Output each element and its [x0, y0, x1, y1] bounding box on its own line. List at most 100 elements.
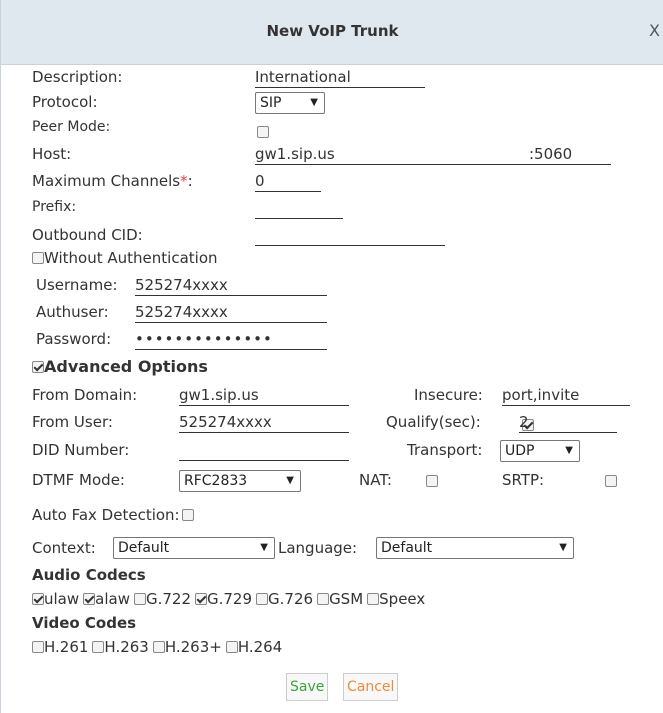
audio-codec-checkbox[interactable]: [256, 593, 269, 605]
max-channels-label: Maximum Channels*:: [32, 172, 193, 190]
dtmf-mode-value: RFC2833: [184, 473, 248, 489]
srtp-checkbox[interactable]: [605, 475, 618, 487]
from-domain-field[interactable]: gw1.sip.us: [179, 385, 349, 406]
audio-codecs-heading: Audio Codecs: [32, 566, 146, 584]
context-select[interactable]: Default ▼: [113, 537, 275, 559]
srtp-label: SRTP:: [502, 471, 545, 489]
audio-codec-label: G.722: [145, 590, 191, 608]
dtmf-mode-label: DTMF Mode:: [32, 471, 125, 489]
without-auth-checkbox[interactable]: [32, 252, 44, 264]
authuser-field[interactable]: 525274xxxx: [135, 302, 327, 323]
language-value: Default: [381, 540, 433, 556]
audio-codec-label: G.726: [268, 590, 314, 608]
video-codec-option[interactable]: H.263: [92, 638, 149, 656]
max-channels-text: Maximum Channels: [32, 172, 181, 190]
new-voip-trunk-dialog: New VoIP Trunk X Description: Internatio…: [0, 0, 663, 713]
audio-codec-label: alaw: [95, 590, 130, 608]
video-codec-label: H.263: [104, 638, 149, 656]
video-codec-option[interactable]: H.263+: [152, 638, 222, 656]
required-marker: *: [180, 172, 188, 190]
transport-value: UDP: [505, 443, 535, 459]
password-label: Password:: [36, 330, 112, 348]
insecure-field[interactable]: port,invite: [502, 385, 630, 406]
audio-codec-checkbox[interactable]: [32, 593, 44, 605]
video-codec-checkbox[interactable]: [225, 641, 238, 653]
protocol-select[interactable]: SIP ▼: [255, 92, 325, 114]
dialog-titlebar: New VoIP Trunk X: [1, 0, 663, 65]
protocol-label: Protocol:: [32, 93, 98, 111]
description-field[interactable]: International: [255, 67, 425, 88]
host-label: Host:: [32, 145, 72, 163]
audio-codec-label: G.729: [207, 590, 253, 608]
description-label: Description:: [32, 68, 123, 86]
context-label: Context:: [32, 539, 96, 557]
audio-codec-option[interactable]: GSM: [317, 590, 363, 608]
auto-fax-label: Auto Fax Detection:: [32, 506, 180, 524]
from-user-field[interactable]: 525274xxxx: [179, 412, 349, 433]
cancel-button[interactable]: Cancel: [343, 673, 399, 701]
advanced-options-checkbox[interactable]: [32, 361, 44, 373]
advanced-options-row[interactable]: Advanced Options: [32, 357, 208, 376]
transport-label: Transport:: [407, 441, 483, 459]
outbound-cid-field[interactable]: [255, 225, 445, 246]
audio-codec-option[interactable]: G.722: [133, 590, 191, 608]
nat-checkbox[interactable]: [425, 475, 438, 487]
audio-codec-checkbox[interactable]: [317, 593, 330, 605]
video-codecs-heading: Video Codes: [32, 614, 137, 632]
authuser-label: Authuser:: [36, 303, 109, 321]
audio-codec-option[interactable]: G.729: [195, 590, 252, 608]
video-codec-checkbox[interactable]: [92, 641, 105, 653]
auto-fax-row: Auto Fax Detection:: [32, 506, 194, 524]
max-channels-field[interactable]: 0: [255, 171, 321, 192]
dtmf-mode-select[interactable]: RFC2833 ▼: [179, 470, 301, 492]
audio-codec-checkbox[interactable]: [83, 593, 96, 605]
username-field[interactable]: 525274xxxx: [135, 275, 327, 296]
dialog-title: New VoIP Trunk: [266, 22, 399, 40]
audio-codec-option[interactable]: ulaw: [32, 590, 79, 608]
chevron-down-icon: ▼: [310, 97, 318, 108]
audio-codecs-list: ulaw alaw G.722 G.729 G.726 GSM Speex: [32, 590, 429, 608]
nat-label: NAT:: [359, 471, 392, 489]
without-auth-row[interactable]: Without Authentication: [32, 249, 218, 267]
qualify-label: Qualify(sec):: [386, 413, 481, 431]
video-codec-label: H.261: [44, 638, 89, 656]
peer-mode-label: Peer Mode:: [32, 119, 111, 135]
save-button[interactable]: Save: [286, 673, 329, 701]
video-codecs-list: H.261 H.263 H.263+ H.264: [32, 638, 286, 656]
language-label: Language:: [278, 539, 358, 557]
advanced-options-label: Advanced Options: [44, 357, 208, 376]
video-codec-checkbox[interactable]: [32, 641, 44, 653]
chevron-down-icon: ▼: [260, 542, 268, 553]
audio-codec-checkbox[interactable]: [195, 593, 207, 605]
chevron-down-icon: ▼: [286, 475, 294, 486]
video-codec-option[interactable]: H.261: [32, 638, 88, 656]
transport-select[interactable]: UDP ▼: [500, 440, 580, 462]
auto-fax-checkbox[interactable]: [181, 509, 194, 521]
audio-codec-label: Speex: [379, 590, 426, 608]
chevron-down-icon: ▼: [565, 445, 573, 456]
audio-codec-label: ulaw: [44, 590, 80, 608]
audio-codec-option[interactable]: G.726: [256, 590, 313, 608]
password-field[interactable]: ••••••••••••••: [135, 329, 327, 350]
video-codec-label: H.264: [237, 638, 283, 656]
outbound-cid-label: Outbound CID:: [32, 226, 143, 244]
audio-codec-checkbox[interactable]: [133, 593, 146, 605]
video-codec-option[interactable]: H.264: [225, 638, 283, 656]
did-number-label: DID Number:: [32, 441, 130, 459]
did-number-field[interactable]: [179, 440, 349, 461]
qualify-field[interactable]: 2: [519, 412, 617, 433]
host-field[interactable]: gw1.sip.us: [255, 144, 529, 165]
audio-codec-checkbox[interactable]: [367, 593, 380, 605]
audio-codec-option[interactable]: Speex: [367, 590, 425, 608]
peer-mode-checkbox[interactable]: [257, 126, 269, 138]
prefix-field[interactable]: [255, 198, 343, 219]
insecure-label: Insecure:: [414, 386, 483, 404]
context-value: Default: [118, 540, 170, 556]
video-codec-checkbox[interactable]: [152, 641, 165, 653]
chevron-down-icon: ▼: [559, 542, 567, 553]
language-select[interactable]: Default ▼: [376, 537, 574, 559]
host-port-field[interactable]: :5060: [529, 144, 611, 165]
protocol-value: SIP: [260, 95, 282, 111]
audio-codec-option[interactable]: alaw: [83, 590, 130, 608]
close-icon[interactable]: X: [649, 21, 660, 40]
